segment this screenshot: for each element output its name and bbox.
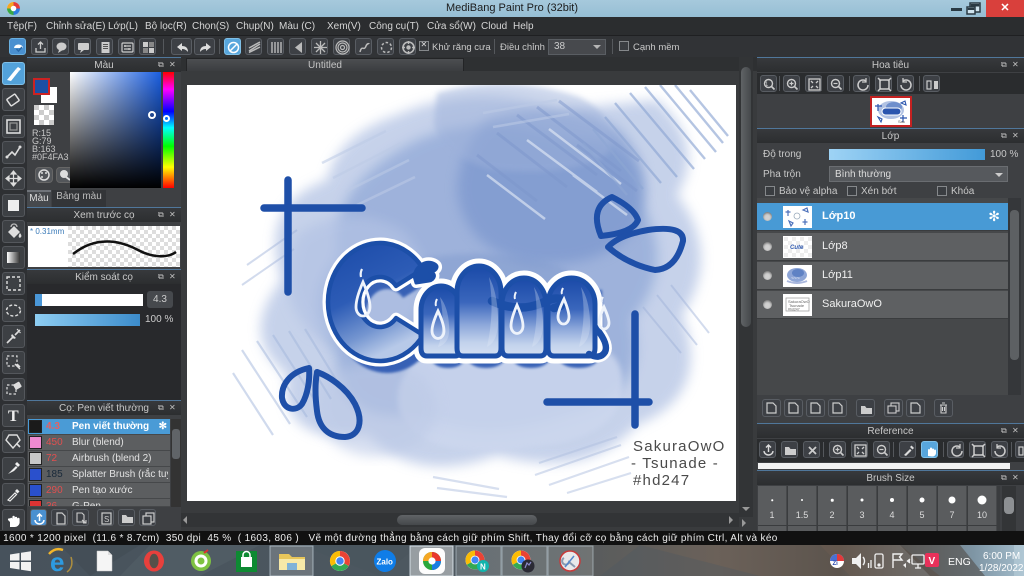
svg-text:#hd247: #hd247 [788, 308, 800, 312]
svg-text:N: N [480, 563, 486, 572]
svg-text:S: S [104, 515, 109, 524]
svg-text:Cute: Cute [790, 245, 804, 251]
svg-text:~~~: ~~~ [791, 276, 800, 282]
svg-text:Zi: Zi [833, 561, 839, 567]
svg-text:Sak: Sak [898, 119, 905, 124]
svg-text:- Tsunade -: - Tsunade - [631, 455, 719, 472]
svg-text:#hd247: #hd247 [633, 472, 690, 489]
svg-text:1/28/2022: 1/28/2022 [979, 563, 1024, 574]
svg-text:6:00 PM: 6:00 PM [983, 551, 1020, 562]
svg-text:ENG: ENG [948, 556, 971, 568]
svg-text:SakuraOwO: SakuraOwO [633, 438, 726, 455]
svg-text:Zalo: Zalo [377, 558, 394, 567]
svg-text:T: T [8, 408, 19, 425]
svg-text:V: V [929, 556, 936, 567]
